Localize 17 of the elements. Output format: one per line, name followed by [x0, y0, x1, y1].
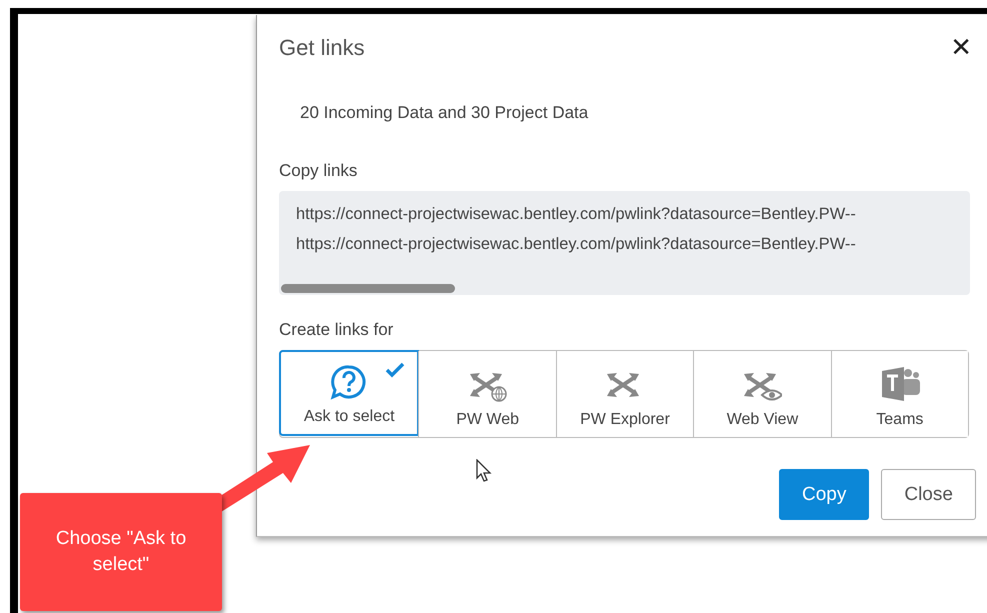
dialog-title: Get links [279, 35, 365, 61]
link-type-option[interactable]: Teams [830, 351, 968, 437]
teams-icon [880, 365, 920, 403]
mouse-pointer-icon [476, 459, 492, 483]
scrollbar-thumb[interactable] [281, 284, 455, 293]
copy-links-label: Copy links [279, 161, 358, 181]
copy-button[interactable]: Copy [779, 469, 870, 520]
create-links-label: Create links for [279, 320, 394, 340]
checkmark-icon [385, 362, 406, 378]
link-text: https://connect-projectwisewac.bentley.com/pwlink?datasource=Bentley.PW-- [296, 234, 857, 255]
close-dialog-button[interactable]: Close [881, 469, 976, 520]
close-button[interactable]: ✕ [948, 33, 974, 63]
link-text: https://connect-projectwisewac.bentley.com/pwlink?datasource=Bentley.PW-- [296, 204, 857, 225]
callout-note: Choose "Ask to select" [20, 493, 222, 611]
selection-summary: 20 Incoming Data and 30 Project Data [300, 103, 590, 123]
links-field[interactable]: https://connect-projectwisewac.bentley.com/pwlink?datasource=Bentley.PW-- https://connect-projectwisewac.bentley.com/pwlink?datasource=Bentley.PW-- [279, 191, 970, 295]
link-type-option[interactable]: Ask to select [279, 350, 420, 436]
